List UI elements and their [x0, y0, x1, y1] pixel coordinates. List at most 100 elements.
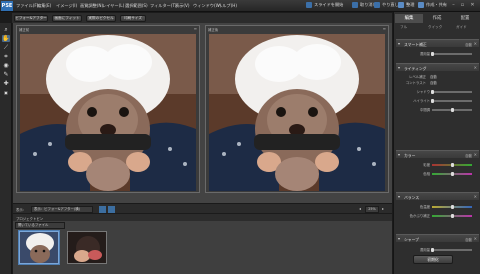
before-after-button[interactable]: ビフォー&アフター [14, 14, 48, 22]
collapse-triangle-icon: ▾ [398, 65, 401, 70]
undo-icon [352, 2, 358, 8]
close-icon[interactable]: ✕ [469, 2, 476, 8]
subtab-guided[interactable]: ガイド [456, 25, 467, 30]
tab-share[interactable]: 配置 [451, 14, 479, 23]
menu-enhance[interactable]: 画質調整(N) [80, 3, 103, 9]
collapse-triangle-icon: ▾ [398, 236, 401, 241]
zoom-level[interactable]: 25% [365, 205, 379, 213]
levels-label: レベル補正 [409, 75, 426, 79]
menu-file[interactable]: ファイル(F) [16, 3, 38, 9]
hand-tool-icon[interactable]: ✋ [2, 35, 10, 42]
slider-label: 色かぶり補正 [409, 214, 430, 218]
shadows-slider-track[interactable] [432, 91, 472, 93]
bin-thumbnail[interactable] [67, 231, 107, 264]
fit-screen-button[interactable]: 画面にフィット [52, 14, 82, 22]
spot-healing-tool-icon[interactable]: ✚ [2, 80, 10, 87]
menu-image[interactable]: イメージ(I) [56, 3, 77, 9]
shadows-slider-knob[interactable] [431, 90, 434, 94]
menu-filter[interactable]: フィルター(T) [150, 3, 177, 9]
contrast-auto-button[interactable]: 自動 [430, 80, 437, 85]
collapse-triangle-icon: ▾ [398, 194, 401, 199]
section-sharpen[interactable]: ▾ シャープ 自動 ✕ [396, 234, 479, 242]
sharpen-slider-knob[interactable] [431, 248, 434, 252]
sync-view-icon[interactable] [108, 205, 115, 213]
section-close-icon[interactable]: ✕ [474, 236, 477, 241]
subtab-full[interactable]: フル [400, 25, 407, 30]
auto-button[interactable]: 自動 [465, 237, 472, 242]
panel-menu-icon[interactable]: ≡ [194, 26, 197, 31]
section-lighting[interactable]: ▾ ライティング ✕ [396, 63, 479, 71]
crop-tool-icon[interactable]: ⌗ [2, 53, 10, 60]
canvas-area: 補正前 ≡ 補正後 ≡ [13, 23, 392, 203]
red-eye-tool-icon[interactable]: ◉ [2, 62, 10, 69]
color-swatch-icon[interactable]: ▣ [2, 89, 10, 96]
collapse-triangle-icon: ▾ [398, 152, 401, 157]
menu-view[interactable]: 表示(V) [175, 3, 190, 9]
actual-pixels-button[interactable]: 実際のピクセル [86, 14, 116, 22]
slider-label: シャドウ [416, 90, 430, 94]
section-close-icon[interactable]: ✕ [474, 152, 477, 157]
bin-source-select[interactable]: 開いているファイル [15, 222, 65, 229]
swap-before-after-icon[interactable] [99, 205, 106, 213]
after-photo [209, 34, 385, 191]
before-label: 補正前 [19, 28, 30, 32]
section-smart-fix[interactable]: ▾ スマート補正 自動 ✕ [396, 39, 479, 47]
amount-slider-track[interactable] [432, 53, 472, 55]
contrast-label: コントラスト [405, 81, 426, 85]
auto-button[interactable]: 自動 [465, 153, 472, 158]
menu-edit[interactable]: 編集(E) [37, 3, 51, 9]
zoom-tool-icon[interactable]: ⌕ [2, 26, 10, 33]
organize-button[interactable]: 整理 [398, 2, 414, 8]
auto-button[interactable]: 自動 [465, 42, 472, 47]
tab-edit[interactable]: 編集 [395, 14, 423, 23]
slider-label: ハイライト [413, 99, 430, 103]
zoom-out-icon[interactable]: ◂ [359, 206, 361, 211]
sharpen-slider-track[interactable] [432, 249, 472, 251]
midtones-slider-knob[interactable] [451, 108, 454, 112]
menu-help[interactable]: ヘルプ(H) [218, 3, 237, 9]
slider-label: 色相 [423, 172, 430, 176]
quick-select-tool-icon[interactable]: ⟋ [2, 44, 10, 51]
edit-panel: 編集 作成 配置 フル クイック ガイド ▾ スマート補正 自動 ✕ 適用量 ▾… [393, 12, 480, 274]
whitening-tool-icon[interactable]: ✎ [2, 71, 10, 78]
subtab-quick[interactable]: クイック [428, 25, 442, 30]
view-label: 表示: [16, 207, 24, 212]
menu-select[interactable]: 選択範囲(S) [125, 3, 148, 9]
menu-bar: PSE ファイル(F) 編集(E) イメージ(I) 画質調整(N) レイヤー(L… [0, 0, 480, 12]
tab-create[interactable]: 作成 [423, 14, 451, 23]
levels-auto-button[interactable]: 自動 [430, 74, 437, 79]
create-share-button[interactable]: 作成・共有 [418, 2, 447, 8]
app-logo: PSE [1, 1, 13, 11]
amount-slider-knob[interactable] [431, 52, 434, 56]
section-balance[interactable]: ▾ バランス ✕ [396, 192, 479, 200]
highlights-slider-track[interactable] [432, 100, 472, 102]
slider-label: 適用量 [419, 52, 430, 56]
project-bin-header: プロジェクトビン [13, 214, 392, 221]
collapse-triangle-icon: ▾ [398, 41, 401, 46]
zoom-in-icon[interactable]: ▸ [382, 206, 384, 211]
slideshow-button[interactable]: スライドを開始 [306, 2, 343, 8]
maximize-icon[interactable]: ▫ [459, 2, 466, 8]
hue-slider-knob[interactable] [451, 172, 454, 176]
after-label: 補正後 [208, 28, 219, 32]
section-color[interactable]: ▾ カラー 自動 ✕ [396, 150, 479, 158]
minimize-icon[interactable]: – [450, 2, 457, 8]
section-close-icon[interactable]: ✕ [474, 41, 477, 46]
saturation-slider-knob[interactable] [451, 163, 454, 167]
tools-panel: ⌕ ✋ ⟋ ⌗ ◉ ✎ ✚ ▣ [0, 23, 12, 274]
reset-button[interactable]: 初期化 [413, 255, 453, 264]
menu-layer[interactable]: レイヤー(L) [102, 3, 124, 9]
temperature-slider-knob[interactable] [451, 205, 454, 209]
section-close-icon[interactable]: ✕ [474, 194, 477, 199]
redo-button[interactable]: やり直し [374, 2, 399, 8]
bin-thumbnail[interactable] [19, 231, 59, 264]
status-bar: 表示: 表示：ビフォー&アフター(横) ◂ 25% ▸ [13, 203, 392, 213]
highlights-slider-knob[interactable] [431, 99, 434, 103]
view-mode-select[interactable]: 表示：ビフォー&アフター(横) [31, 205, 93, 213]
create-share-icon [418, 2, 424, 8]
print-size-button[interactable]: 印刷サイズ [120, 14, 146, 22]
tint-slider-knob[interactable] [451, 214, 454, 218]
section-close-icon[interactable]: ✕ [474, 65, 477, 70]
panel-menu-icon[interactable]: ≡ [383, 26, 386, 31]
slider-label: 中間調 [419, 108, 430, 112]
